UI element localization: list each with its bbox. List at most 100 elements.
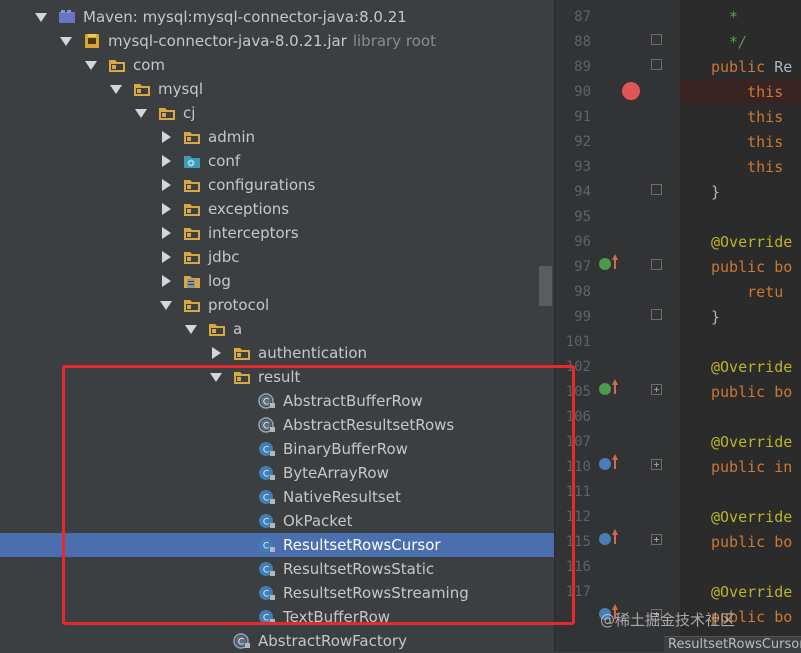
collapse-arrow-right-icon[interactable]: [162, 203, 171, 215]
tree-item-cj[interactable]: cj: [0, 101, 554, 125]
tree-item-resultsetrowscursor[interactable]: C ResultsetRowsCursor: [0, 533, 554, 557]
expand-arrow-down-icon[interactable]: [135, 109, 147, 118]
collapse-arrow-right-icon[interactable]: [162, 179, 171, 191]
tree-item-com[interactable]: com: [0, 53, 554, 77]
tree-item-exceptions[interactable]: exceptions: [0, 197, 554, 221]
fold-collapse-icon[interactable]: [651, 184, 662, 195]
overrides-method-icon[interactable]: [599, 533, 611, 545]
tree-item-text: AbstractBufferRow: [283, 391, 423, 411]
fold-collapse-icon[interactable]: [651, 59, 662, 70]
code-token: retu: [711, 283, 784, 301]
editor-tab-resultsetrowscursor[interactable]: ResultsetRowsCursor: [664, 636, 801, 653]
breakpoint-icon[interactable]: [622, 82, 640, 100]
fold-expand-icon[interactable]: [651, 384, 662, 395]
line-number: 107: [565, 434, 591, 450]
implements-method-icon[interactable]: [599, 383, 611, 395]
tree-item-label: cj: [183, 104, 196, 122]
class-icon: C: [258, 440, 276, 458]
collapse-arrow-right-icon[interactable]: [162, 131, 171, 143]
code-token: }: [711, 308, 721, 326]
overrides-method-icon[interactable]: [599, 458, 611, 470]
tree-item-interceptors[interactable]: interceptors: [0, 221, 554, 245]
expand-arrow-down-icon[interactable]: [85, 61, 97, 70]
tree-item-nativeresultset[interactable]: C NativeResultset: [0, 485, 554, 509]
expand-arrow-down-icon[interactable]: [35, 13, 47, 22]
svg-text:C: C: [263, 517, 269, 527]
tree-item-text: a: [233, 319, 242, 339]
tree-item-text: ByteArrayRow: [283, 463, 389, 483]
tree-item-label: configurations: [208, 176, 316, 194]
tree-item-resultsetrowsstreaming[interactable]: C ResultsetRowsStreaming: [0, 581, 554, 605]
tree-item-jdbc[interactable]: jdbc: [0, 245, 554, 269]
tree-item-maven-mysql-mysql-connector-java-8-0-21[interactable]: Maven: mysql:mysql-connector-java:8.0.21: [0, 5, 554, 29]
tree-item-okpacket[interactable]: C OkPacket: [0, 509, 554, 533]
collapse-arrow-right-icon[interactable]: [162, 251, 171, 263]
tree-item-authentication[interactable]: authentication: [0, 341, 554, 365]
implements-method-icon[interactable]: [599, 258, 611, 270]
tree-item-conf[interactable]: conf: [0, 149, 554, 173]
code-line: public Re: [711, 55, 792, 80]
svg-text:C: C: [263, 565, 269, 575]
tree-item-abstractrowfactory[interactable]: C AbstractRowFactory: [0, 629, 554, 652]
tree-item-label: ResultsetRowsCursor: [283, 536, 441, 554]
tree-scrollbar-thumb[interactable]: [539, 266, 552, 306]
expand-arrow-down-icon[interactable]: [160, 301, 172, 310]
fold-expand-icon[interactable]: [651, 459, 662, 470]
tree-item-abstractresultsetrows[interactable]: C AbstractResultsetRows: [0, 413, 554, 437]
tree-item-configurations[interactable]: configurations: [0, 173, 554, 197]
tree-item-text: mysql: [158, 79, 203, 99]
code-editor[interactable]: * */ public Re this this this this} @Overr…: [680, 0, 801, 652]
fold-collapse-icon[interactable]: [651, 34, 662, 45]
expand-arrow-down-icon[interactable]: [210, 373, 222, 382]
tree-item-text: Maven: mysql:mysql-connector-java:8.0.21: [83, 7, 407, 27]
fold-collapse-icon[interactable]: [651, 309, 662, 320]
tree-item-binarybufferrow[interactable]: C BinaryBufferRow: [0, 437, 554, 461]
tree-item-label: ResultsetRowsStatic: [283, 560, 435, 578]
package-folder-icon: [183, 176, 201, 194]
code-token: in: [774, 458, 793, 476]
class-icon: C: [258, 512, 276, 530]
tree-item-label: result: [258, 368, 301, 386]
collapse-arrow-right-icon[interactable]: [162, 155, 171, 167]
tree-item-text: result: [258, 367, 300, 387]
tree-item-resultsetrowsstatic[interactable]: C ResultsetRowsStatic: [0, 557, 554, 581]
expand-arrow-down-icon[interactable]: [60, 37, 72, 46]
tree-item-mysql-connector-java-8-0-21-jar[interactable]: mysql-connector-java-8.0.21.jar library r…: [0, 29, 554, 53]
line-number: 95: [574, 209, 591, 225]
tree-item-mysql[interactable]: mysql: [0, 77, 554, 101]
line-number: 111: [565, 484, 591, 500]
project-tree[interactable]: Maven: mysql:mysql-connector-java:8.0.21…: [0, 0, 554, 652]
collapse-arrow-right-icon[interactable]: [162, 227, 171, 239]
tree-item-a[interactable]: a: [0, 317, 554, 341]
line-number: 112: [565, 509, 591, 525]
tree-item-label: conf: [208, 152, 241, 170]
expand-arrow-down-icon[interactable]: [185, 325, 197, 334]
collapse-arrow-right-icon[interactable]: [162, 275, 171, 287]
tree-item-protocol[interactable]: protocol: [0, 293, 554, 317]
tree-item-text: admin: [208, 127, 255, 147]
tree-item-label: ResultsetRowsStreaming: [283, 584, 469, 602]
expand-arrow-down-icon[interactable]: [110, 85, 122, 94]
tree-item-admin[interactable]: admin: [0, 125, 554, 149]
package-folder-icon: [133, 80, 151, 98]
fold-expand-icon[interactable]: [651, 534, 662, 545]
line-number: 88: [574, 34, 591, 50]
package-folder-icon: [233, 344, 251, 362]
tree-item-text: mysql-connector-java-8.0.21.jar library r…: [108, 31, 436, 51]
svg-text:C: C: [263, 397, 269, 407]
collapse-arrow-right-icon[interactable]: [212, 347, 221, 359]
tree-item-textbufferrow[interactable]: C TextBufferRow: [0, 605, 554, 629]
tree-item-label: TextBufferRow: [283, 608, 391, 626]
tree-item-label: AbstractRowFactory: [258, 632, 407, 650]
code-line: retu: [711, 280, 783, 305]
line-number: 97: [574, 259, 591, 275]
svg-text:C: C: [238, 637, 244, 647]
fold-collapse-icon[interactable]: [651, 259, 662, 270]
tree-item-result[interactable]: result: [0, 365, 554, 389]
svg-text:C: C: [263, 613, 269, 623]
abstract-class-icon: C: [233, 632, 251, 650]
tree-item-log[interactable]: log: [0, 269, 554, 293]
tree-item-abstractbufferrow[interactable]: C AbstractBufferRow: [0, 389, 554, 413]
tree-item-bytearrayrow[interactable]: C ByteArrayRow: [0, 461, 554, 485]
tree-item-label: AbstractResultsetRows: [283, 416, 455, 434]
